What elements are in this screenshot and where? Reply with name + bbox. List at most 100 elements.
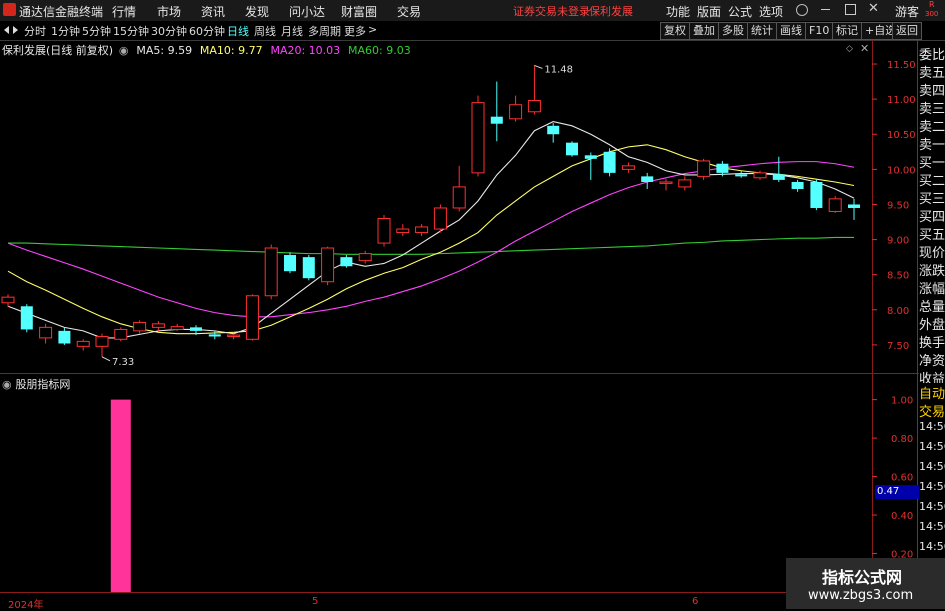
candle-body: [264, 247, 278, 297]
quote-panel-label: 涨跌: [919, 260, 945, 279]
candle-body: [641, 176, 654, 182]
watermark-line1: 指标公式网: [822, 568, 903, 587]
candle-body: [772, 174, 785, 180]
quote-panel-label: 14:56: [919, 480, 945, 493]
quote-panel-label: 14:56: [919, 540, 945, 553]
candle-body: [659, 181, 673, 184]
quote-panel-label: 自动: [919, 383, 945, 402]
quote-panel-label: 交易: [919, 401, 945, 420]
candle-body: [753, 172, 767, 179]
quote-panel-label: 卖四: [919, 80, 945, 99]
x-label-may: 5: [312, 596, 319, 607]
quote-panel-label: 14:56: [919, 420, 945, 433]
indicator-y-tick-label: 0.40: [891, 511, 913, 522]
candle-body: [452, 186, 466, 209]
candle-body: [170, 326, 184, 330]
candle-body: [396, 228, 410, 234]
candle-body: [527, 100, 541, 113]
low-marker-label: 7.33: [112, 357, 134, 368]
y-tick-label: 10.00: [887, 165, 916, 176]
y-tick-label: 7.50: [887, 341, 909, 352]
y-tick-label: 9.50: [887, 200, 909, 211]
y-tick-label: 8.50: [887, 271, 909, 282]
ma5-line: [7, 121, 855, 339]
quote-panel-label: 涨幅: [919, 278, 945, 297]
high-marker-label: 11.48: [544, 64, 573, 75]
candle-body: [433, 207, 447, 230]
candle-body: [208, 334, 221, 337]
quote-panel-label: 委比: [919, 44, 945, 63]
quote-panel-label: 14:56: [919, 440, 945, 453]
indicator-y-tick-label: 0.60: [891, 473, 913, 484]
candle-body: [490, 116, 503, 124]
candle-body: [58, 330, 71, 344]
candle-body: [415, 226, 429, 234]
candle-body: [621, 165, 635, 170]
candle-body: [1, 296, 15, 304]
y-tick-label: 11.50: [887, 60, 916, 71]
indicator-value-label: 0.47: [875, 485, 919, 499]
candle-body: [716, 163, 729, 173]
quote-panel-label: 卖二: [919, 116, 945, 135]
candle-body: [791, 181, 804, 190]
x-label-june: 6: [692, 596, 699, 607]
candle-body: [584, 155, 597, 159]
candle-body: [284, 255, 296, 272]
y-tick-label: 11.00: [887, 95, 916, 106]
candle-body: [245, 295, 259, 340]
candle-body: [678, 179, 692, 188]
quote-panel-label: 净资: [919, 350, 945, 369]
candle-body: [151, 323, 165, 328]
quote-panel-label: 14:56: [919, 460, 945, 473]
quote-panel-label: 换手: [919, 332, 945, 351]
indicator-y-tick-label: 0.80: [891, 434, 913, 445]
candle-body: [377, 218, 391, 244]
candle-body: [133, 321, 147, 332]
quote-panel-label: 卖一: [919, 134, 945, 153]
candle-body: [39, 326, 53, 339]
candle-body: [509, 104, 523, 120]
candle-body: [603, 151, 616, 173]
candle-body: [471, 102, 485, 174]
low-marker-line: [101, 356, 111, 362]
quote-panel-label: 买二: [919, 170, 945, 189]
ma10-line: [7, 144, 855, 335]
indicator-y-tick-label: 1.00: [891, 396, 913, 407]
quote-panel-label: 买一: [919, 152, 945, 171]
quote-panel-label: 卖五: [919, 62, 945, 81]
watermark-line2: www.zbgs3.com: [808, 588, 914, 603]
candle-body: [848, 204, 860, 208]
quote-panel-label: 买四: [919, 206, 945, 225]
candle-body: [227, 334, 241, 337]
y-tick-label: 10.50: [887, 130, 916, 141]
candle-body: [828, 198, 842, 212]
candle-body: [547, 125, 560, 135]
candle-body: [810, 181, 823, 208]
y-tick-label: 8.00: [887, 306, 909, 317]
candle-body: [735, 174, 748, 177]
candle-body: [566, 142, 578, 156]
candle-body: [340, 257, 353, 267]
ma60-line: [8, 236, 854, 255]
quote-panel-label: 买五: [919, 224, 945, 243]
quote-panel-label: 卖三: [919, 98, 945, 117]
candle-body: [114, 328, 128, 340]
y-tick-label: 9.00: [887, 236, 909, 247]
ma20-line: [7, 161, 855, 318]
price-chart[interactable]: 11.48 7.33 7.50 8.00 8.50 9.00 9.50 10.00 10.50…: [0, 0, 945, 609]
indicator-bar: [110, 399, 131, 592]
high-marker-line: [534, 64, 543, 69]
candle-body: [697, 160, 711, 177]
candle-body: [95, 335, 109, 347]
quote-panel-label: 外盘: [919, 314, 945, 333]
watermark: 指标公式网 www.zbgs3.com: [786, 558, 945, 609]
candle-body: [76, 340, 90, 347]
candle-body: [302, 257, 315, 279]
quote-panel-label: 14:56: [919, 520, 945, 533]
quote-panel-label: 现价: [919, 242, 945, 261]
candle-body: [358, 253, 372, 262]
quote-panel-label: 总量: [919, 296, 945, 315]
quote-panel-label: 买三: [919, 188, 945, 207]
candle-body: [190, 327, 202, 331]
quote-panel-label: 14:56: [919, 500, 945, 513]
